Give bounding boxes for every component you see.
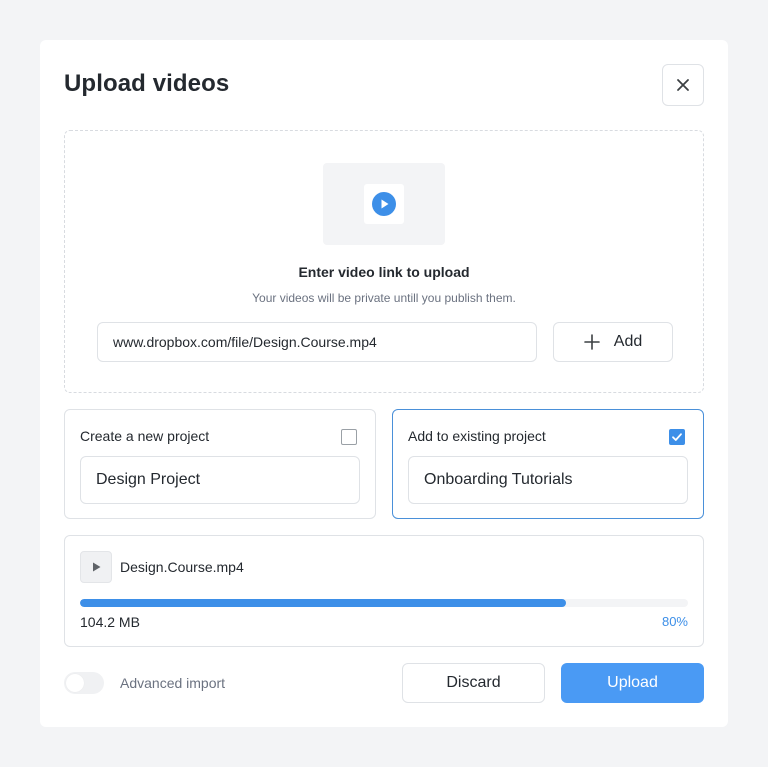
upload-videos-modal: Upload videos Enter video link to upload… xyxy=(40,40,728,727)
checkmark-icon xyxy=(672,433,682,441)
play-circle-icon xyxy=(372,192,396,216)
video-link-input[interactable] xyxy=(97,322,537,362)
add-button-label: Add xyxy=(613,333,643,350)
upload-progress-fill xyxy=(80,599,567,607)
discard-button[interactable]: Discard xyxy=(402,663,545,703)
plus-icon xyxy=(583,334,600,350)
modal-title: Upload videos xyxy=(64,70,230,97)
video-thumbnail xyxy=(323,163,445,245)
advanced-import-label: Advanced import xyxy=(120,675,226,691)
toggle-knob xyxy=(66,674,84,692)
new-project-name-input[interactable] xyxy=(80,456,360,504)
file-name: Design.Course.mp4 xyxy=(120,559,244,575)
upload-button[interactable]: Upload xyxy=(561,663,704,703)
file-size: 104.2 MB xyxy=(80,614,140,630)
play-icon xyxy=(93,562,101,572)
advanced-import-toggle[interactable] xyxy=(64,672,104,694)
video-link-dropzone: Enter video link to upload Your videos w… xyxy=(64,130,704,393)
close-icon xyxy=(677,79,689,91)
upload-progress-percent: 80% xyxy=(661,614,688,629)
existing-project-label: Add to existing project xyxy=(408,428,546,444)
file-play-button[interactable] xyxy=(80,551,112,583)
existing-project-select[interactable] xyxy=(408,456,688,504)
existing-project-card[interactable]: Add to existing project xyxy=(392,409,704,519)
new-project-label: Create a new project xyxy=(80,428,210,444)
existing-project-checkbox[interactable] xyxy=(669,429,685,445)
new-project-card[interactable]: Create a new project xyxy=(64,409,376,519)
new-project-checkbox[interactable] xyxy=(341,429,357,445)
add-link-button[interactable]: Add xyxy=(553,322,673,362)
upload-file-item: Design.Course.mp4 104.2 MB 80% xyxy=(64,535,704,647)
close-button[interactable] xyxy=(662,64,704,106)
thumbnail-frame xyxy=(364,184,404,224)
dropzone-heading: Enter video link to upload xyxy=(298,264,470,280)
upload-progress-bar xyxy=(80,599,688,607)
dropzone-subtext: Your videos will be private untill you p… xyxy=(252,291,516,305)
